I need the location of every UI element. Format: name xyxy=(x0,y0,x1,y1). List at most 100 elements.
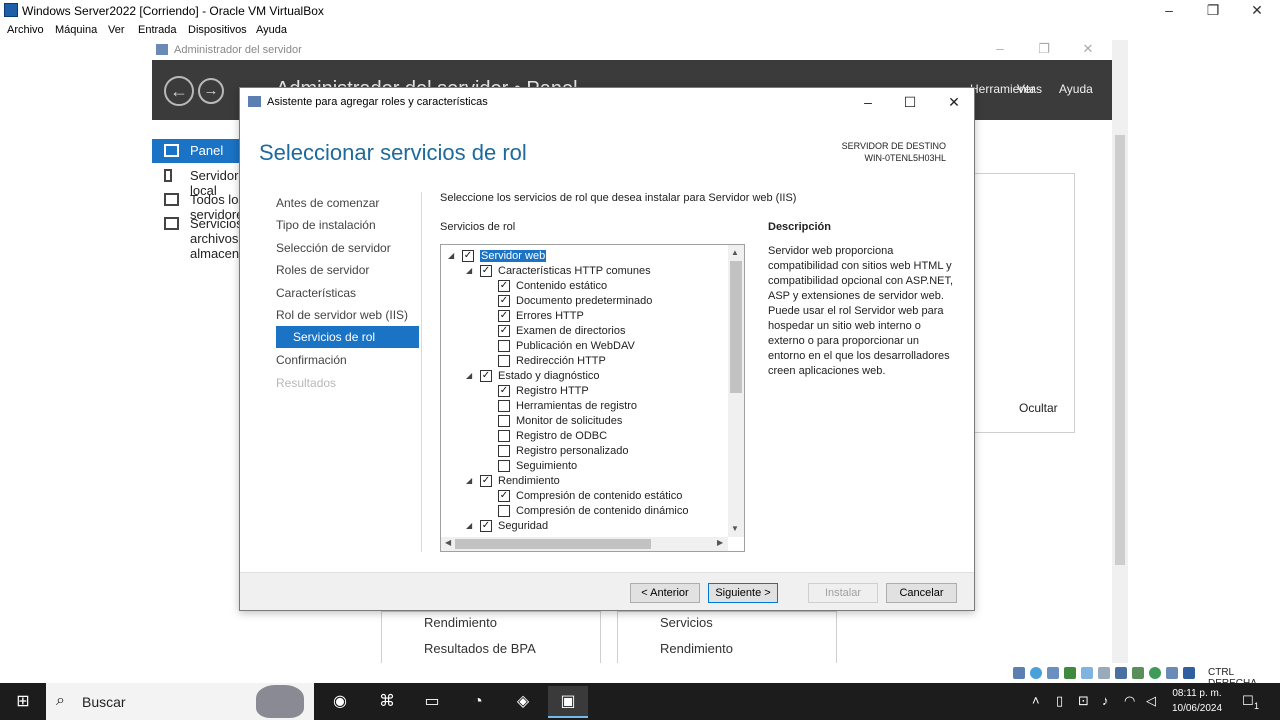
taskbar-clock[interactable]: 08:11 p. m. 10/06/2024 xyxy=(1160,686,1234,716)
sidebar-item-panel[interactable]: Panel xyxy=(152,139,240,163)
menu-entrada[interactable]: Entrada xyxy=(138,24,177,36)
step-servicios-de-rol[interactable]: Servicios de rol xyxy=(276,326,419,348)
step-seleccion-servidor[interactable]: Selección de servidor xyxy=(276,237,419,259)
tree-item[interactable]: ◢ ✓ Rendimiento xyxy=(441,474,728,489)
keyboard-icon[interactable] xyxy=(1166,667,1178,679)
microphone-icon[interactable]: ♪ xyxy=(1102,693,1109,708)
tree-item[interactable]: ✓ Examen de directorios xyxy=(441,324,728,339)
expand-arrow-icon[interactable]: ◢ xyxy=(466,371,472,380)
wizard-close-button[interactable]: ✕ xyxy=(932,88,976,116)
tree-item[interactable]: Compresión de contenido dinámico xyxy=(441,504,728,519)
close-button[interactable]: ✕ xyxy=(1234,0,1280,22)
hide-link[interactable]: Ocultar xyxy=(1019,401,1058,415)
back-arrow-icon[interactable]: ← xyxy=(164,76,194,106)
wizard-minimize-button[interactable]: – xyxy=(846,88,890,116)
step-tipo-instalacion[interactable]: Tipo de instalación xyxy=(276,214,419,236)
role-service-checkbox[interactable]: ✓ xyxy=(498,310,510,322)
sm-restore-button[interactable]: ❐ xyxy=(1024,40,1064,60)
sm-minimize-button[interactable]: – xyxy=(980,40,1020,60)
tree-item[interactable]: ✓ Contenido estático xyxy=(441,279,728,294)
role-service-checkbox[interactable] xyxy=(498,355,510,367)
tile-item-servicios[interactable]: Servicios xyxy=(660,615,713,630)
step-roles-servidor[interactable]: Roles de servidor xyxy=(276,259,419,281)
tree-item[interactable]: ✓ Errores HTTP xyxy=(441,309,728,324)
shared-folders-icon[interactable] xyxy=(1098,667,1110,679)
tree-vertical-scrollbar[interactable]: ▲ ▼ xyxy=(728,245,744,537)
wifi-icon[interactable]: ◠ xyxy=(1124,693,1135,709)
scrollbar-thumb[interactable] xyxy=(455,539,651,549)
tile-item-rendimiento[interactable]: Rendimiento xyxy=(660,641,733,656)
header-menu-ver[interactable]: Ver xyxy=(1017,82,1035,96)
expand-arrow-icon[interactable]: ◢ xyxy=(448,251,454,260)
tree-item[interactable]: Redirección HTTP xyxy=(441,354,728,369)
scroll-left-icon[interactable]: ◀ xyxy=(445,538,451,547)
mouse-icon[interactable] xyxy=(1183,667,1195,679)
wizard-maximize-button[interactable]: ☐ xyxy=(888,88,932,116)
tree-item[interactable]: Seguimiento xyxy=(441,459,728,474)
tree-item[interactable]: Registro de ODBC xyxy=(441,429,728,444)
tree-item[interactable]: ◢ ✓ Estado y diagnóstico xyxy=(441,369,728,384)
network-icon[interactable] xyxy=(1064,667,1076,679)
menu-ver[interactable]: Ver xyxy=(108,24,125,36)
menu-maquina[interactable]: Máquina xyxy=(55,24,97,36)
tree-item[interactable]: ◢ ✓ Seguridad xyxy=(441,519,728,534)
virtualbox-app-icon[interactable]: ◈ xyxy=(503,686,543,718)
role-service-checkbox[interactable] xyxy=(498,415,510,427)
next-button[interactable]: Siguiente > xyxy=(708,583,778,603)
recording-icon[interactable] xyxy=(1132,667,1144,679)
tree-horizontal-scrollbar[interactable]: ◀ ▶ xyxy=(441,537,728,551)
file-explorer-icon[interactable]: ▭ xyxy=(412,686,452,718)
tree-item[interactable]: ◢ ✓ Características HTTP comunes xyxy=(441,264,728,279)
role-service-checkbox[interactable]: ✓ xyxy=(498,385,510,397)
role-service-checkbox[interactable] xyxy=(498,460,510,472)
chevron-up-icon[interactable]: ˄ xyxy=(1032,693,1040,708)
scroll-up-icon[interactable]: ▲ xyxy=(731,248,739,257)
audio-icon[interactable] xyxy=(1047,667,1059,679)
role-service-checkbox[interactable] xyxy=(498,505,510,517)
role-service-checkbox[interactable] xyxy=(498,340,510,352)
cancel-button[interactable]: Cancelar xyxy=(886,583,957,603)
expand-arrow-icon[interactable]: ◢ xyxy=(466,266,472,275)
sidebar-item-local-server[interactable]: Servidor local xyxy=(152,164,240,198)
expand-arrow-icon[interactable]: ◢ xyxy=(466,476,472,485)
role-service-checkbox[interactable]: ✓ xyxy=(462,250,474,262)
cpu-icon[interactable] xyxy=(1149,667,1161,679)
role-service-checkbox[interactable]: ✓ xyxy=(480,265,492,277)
taskbar-search[interactable]: ⌕ Buscar xyxy=(46,683,314,720)
start-button[interactable]: ⊞ xyxy=(0,683,46,720)
role-service-checkbox[interactable] xyxy=(498,430,510,442)
step-confirmacion[interactable]: Confirmación xyxy=(276,349,419,371)
sidebar-item-all-servers[interactable]: Todos los servidores xyxy=(152,188,250,222)
role-service-checkbox[interactable]: ✓ xyxy=(480,475,492,487)
display-icon[interactable] xyxy=(1115,667,1127,679)
recorder-icon[interactable]: ◔ xyxy=(458,686,498,718)
role-service-checkbox[interactable]: ✓ xyxy=(480,520,492,532)
role-service-checkbox[interactable] xyxy=(498,400,510,412)
step-caracteristicas[interactable]: Características xyxy=(276,282,419,304)
role-service-checkbox[interactable] xyxy=(498,445,510,457)
step-rol-servidor-web[interactable]: Rol de servidor web (IIS) xyxy=(276,304,419,326)
header-menu-ayuda[interactable]: Ayuda xyxy=(1059,82,1093,96)
devices-icon[interactable]: ⊡ xyxy=(1078,693,1089,709)
tree-item[interactable]: Monitor de solicitudes xyxy=(441,414,728,429)
tree-item[interactable]: Herramientas de registro xyxy=(441,399,728,414)
tree-item[interactable]: Registro personalizado xyxy=(441,444,728,459)
scrollbar-thumb[interactable] xyxy=(1115,135,1125,565)
scroll-down-icon[interactable]: ▼ xyxy=(731,524,739,533)
sidebar-item-file-services[interactable]: Servicios de archivos y de almacenamient… xyxy=(152,212,285,261)
restore-button[interactable]: ❐ xyxy=(1190,0,1236,22)
scrollbar-thumb[interactable] xyxy=(730,261,742,393)
expand-arrow-icon[interactable]: ◢ xyxy=(466,521,472,530)
tree-item[interactable]: ◢ ✓ Servidor web xyxy=(441,249,728,264)
battery-icon[interactable]: ▯ xyxy=(1056,693,1063,709)
tree-item[interactable]: ✓ Documento predeterminado xyxy=(441,294,728,309)
tile-item-rendimiento[interactable]: Rendimiento xyxy=(424,615,497,630)
minimize-button[interactable]: – xyxy=(1146,0,1192,22)
role-service-checkbox[interactable]: ✓ xyxy=(498,280,510,292)
sm-close-button[interactable]: ✕ xyxy=(1068,40,1108,60)
server-vm-app-icon[interactable]: ▣ xyxy=(548,686,588,718)
role-services-tree[interactable]: ◢ ✓ Servidor web ◢ ✓ Características HTTP com… xyxy=(440,244,745,552)
role-service-checkbox[interactable]: ✓ xyxy=(480,370,492,382)
usb-icon[interactable] xyxy=(1081,667,1093,679)
hdd-icon[interactable] xyxy=(1013,667,1025,679)
